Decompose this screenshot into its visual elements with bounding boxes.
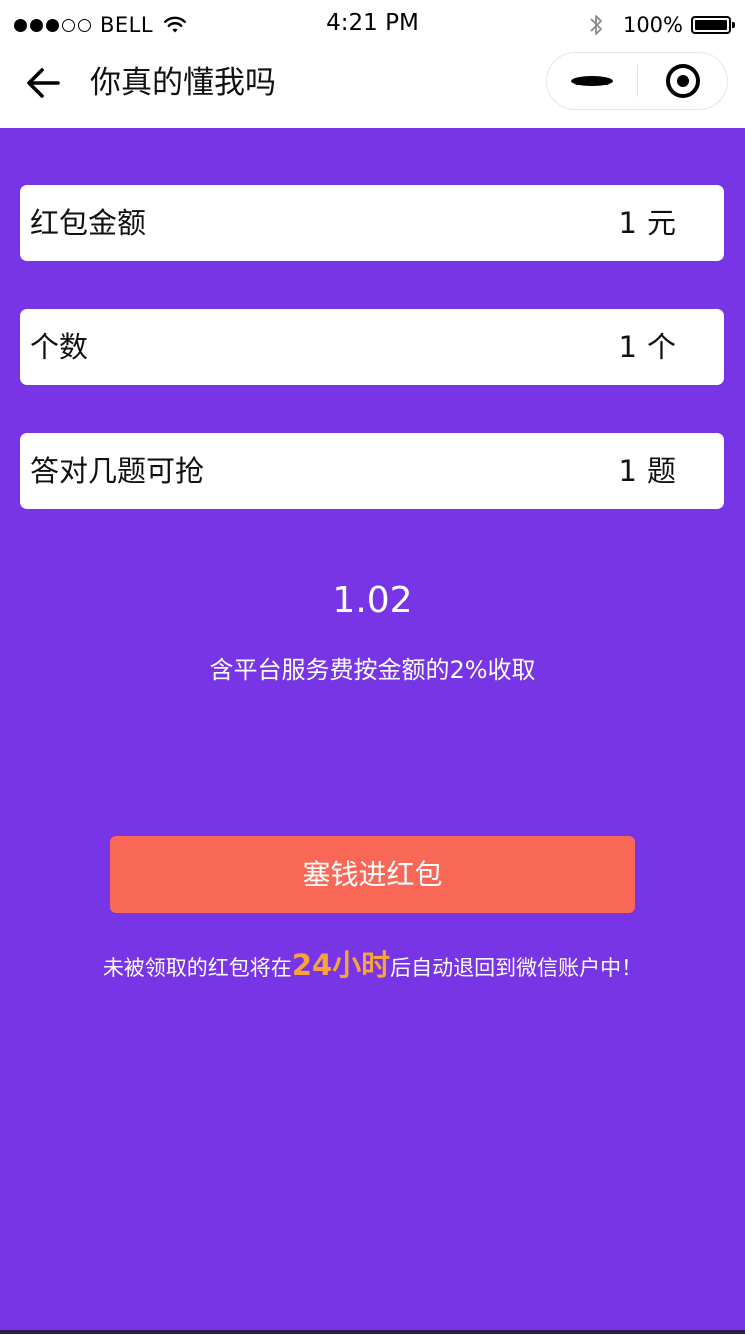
refund-note-highlight: 24小时 [291,948,391,982]
count-value-wrap: 1个 [619,309,676,385]
questions-label: 答对几题可抢 [30,454,205,488]
amount-label: 红包金额 [30,206,147,240]
battery-percentage: 100% [622,13,683,37]
amount-value-wrap: 1元 [619,185,676,261]
count-input[interactable]: 1 [619,330,637,364]
status-right: 100% [589,10,735,40]
refund-note-after: 后自动退回到微信账户中！ [390,956,643,980]
more-button[interactable] [547,53,637,109]
arrow-left-icon[interactable] [24,64,64,102]
navigation-bar: 你真的懂我吗 [0,50,745,128]
more-dots-icon [571,76,613,86]
questions-value-wrap: 1题 [619,433,676,509]
total-amount: 1.02 [332,580,413,621]
count-unit: 个 [646,330,676,364]
count-label: 个数 [30,330,89,364]
bottom-edge [0,1330,745,1334]
questions-input[interactable]: 1 [619,454,637,488]
refund-note: 未被领取的红包将在24小时后自动退回到微信账户中！ [0,945,745,988]
target-circle-icon [666,64,700,98]
battery-icon [691,16,735,34]
questions-field[interactable]: 答对几题可抢 1题 [20,433,724,509]
amount-input[interactable]: 1 [619,206,637,240]
page-title: 你真的懂我吗 [90,65,276,101]
status-bar: BELL 4:21 PM 100% [0,0,745,50]
service-fee-note: 含平台服务费按金额的2%收取 [209,656,536,684]
bluetooth-icon [590,15,602,35]
amount-field[interactable]: 红包金额 1元 [20,185,724,261]
put-money-button[interactable]: 塞钱进红包 [110,836,635,913]
questions-unit: 题 [646,454,676,488]
amount-unit: 元 [646,206,676,240]
mini-program-capsule [546,52,728,110]
refund-note-before: 未被领取的红包将在 [102,956,292,980]
count-field[interactable]: 个数 1个 [20,309,724,385]
close-button[interactable] [638,53,728,109]
